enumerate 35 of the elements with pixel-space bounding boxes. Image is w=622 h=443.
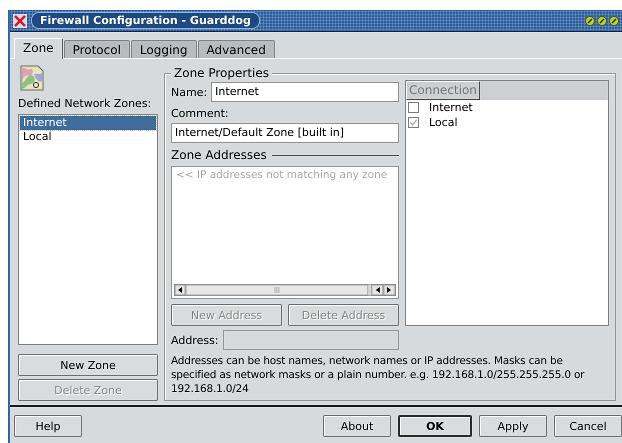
zone-list[interactable]: Internet Local [18,114,158,345]
window-control-icon[interactable] [585,16,595,26]
list-item[interactable]: Local [20,130,156,144]
window-title: Firewall Configuration - Guarddog [31,12,260,29]
dialog-button[interactable]: About [323,415,391,437]
tab[interactable]: Advanced [198,40,275,58]
group-title: Zone Properties [171,66,272,80]
comment-field[interactable]: Internet/Default Zone [built in] [171,123,399,143]
section-title: Zone Addresses [171,148,267,162]
zone-button[interactable]: New Zone [18,354,158,376]
field-label: Name: [171,86,208,98]
tab[interactable]: Protocol [64,40,130,58]
dialog-button[interactable]: Help [14,415,82,437]
close-icon[interactable] [13,14,27,28]
window-control-icon[interactable] [609,16,619,26]
list-placeholder: << IP addresses not matching any zone [175,169,388,181]
hint-text: Addresses can be host names, network names or IP addresses. Masks can be specified as network masks or a plain number. e.g. 192.168.1.0/255.255.255.0 or 192.168.1.0/24 [171,354,586,396]
tab[interactable]: Logging [130,40,197,58]
dialog-button[interactable]: OK [398,415,472,437]
name-field[interactable]: Internet [211,82,399,102]
checkbox-label: Internet [429,101,473,114]
dialog-button[interactable]: Cancel [554,415,622,437]
field-label: Address: [171,334,219,346]
checkbox-label: Local [429,116,458,129]
window-control-icon[interactable] [597,16,607,26]
field-label: Comment: [171,107,230,120]
list-item[interactable]: Internet [20,116,156,130]
dialog-button[interactable]: Apply [479,415,547,437]
scrollbar-drawing[interactable] [174,284,396,296]
list-label: Defined Network Zones: [18,97,152,110]
checkbox[interactable] [408,102,419,113]
tab[interactable]: Zone [14,38,63,59]
address-field[interactable] [222,330,399,350]
checkbox[interactable] [408,117,419,128]
map-icon [20,65,44,91]
